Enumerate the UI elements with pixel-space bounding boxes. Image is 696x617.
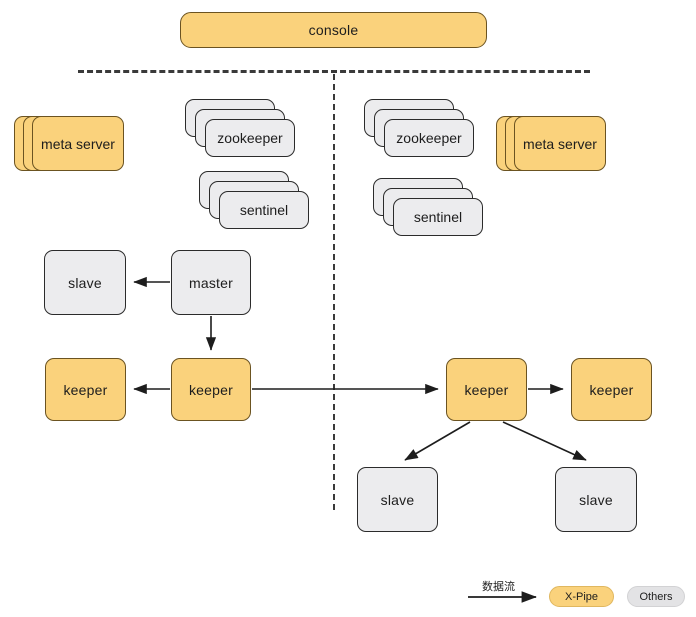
node-master[interactable]: master (171, 250, 251, 315)
stack-layer-front: sentinel (393, 198, 483, 236)
legend-flow-label: 数据流 (482, 581, 515, 593)
stack-layer-front: meta server (514, 116, 606, 171)
diagram-canvas: console meta server zookeeper sentinel z… (0, 0, 696, 617)
node-keeper-right-outer[interactable]: keeper (571, 358, 652, 421)
divider-horizontal (78, 70, 590, 73)
divider-vertical (333, 74, 335, 510)
node-slave-right-left[interactable]: slave (357, 467, 438, 532)
legend-chip-xpipe: X-Pipe (549, 586, 614, 607)
edge-keeper-right-to-slave-left (404, 421, 471, 461)
stack-layer-front: zookeeper (205, 119, 295, 157)
node-console[interactable]: console (180, 12, 487, 48)
edge-keeper-right-to-slave-right (502, 421, 587, 461)
node-slave-left[interactable]: slave (44, 250, 126, 315)
node-keeper-left-outer[interactable]: keeper (45, 358, 126, 421)
node-keeper-left-inner[interactable]: keeper (171, 358, 251, 421)
node-keeper-right-inner[interactable]: keeper (446, 358, 527, 421)
legend-chip-others: Others (627, 586, 685, 607)
stack-layer-front: sentinel (219, 191, 309, 229)
stack-layer-front: zookeeper (384, 119, 474, 157)
stack-layer-front: meta server (32, 116, 124, 171)
node-slave-right-right[interactable]: slave (555, 467, 637, 532)
